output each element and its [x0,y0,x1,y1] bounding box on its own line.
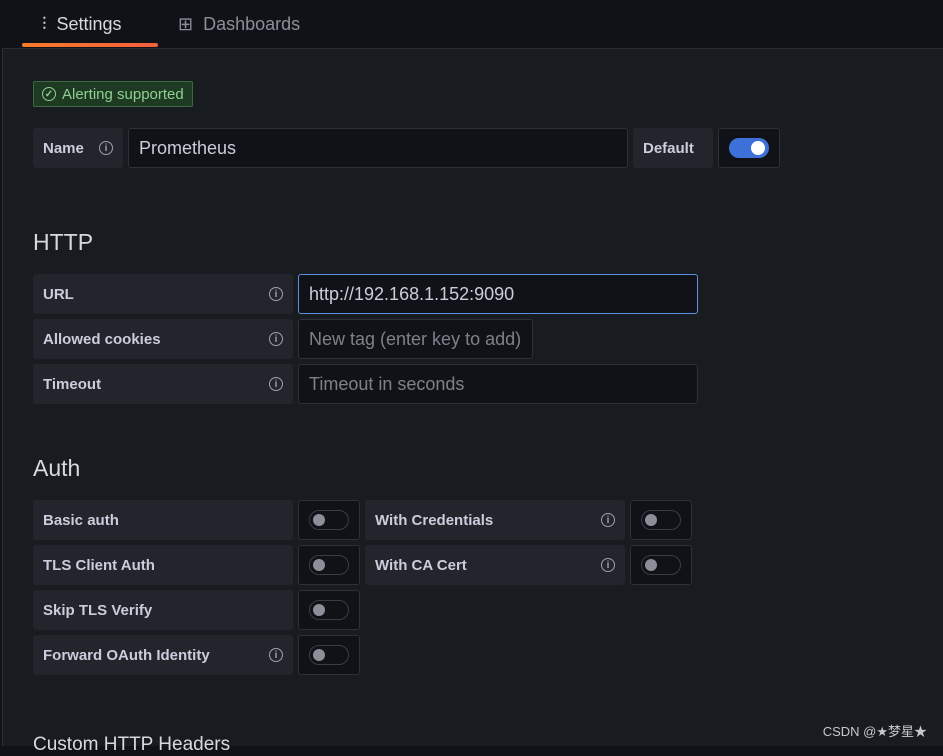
tls-client-auth-label: TLS Client Auth [33,545,293,585]
info-icon[interactable]: i [269,648,283,662]
skip-tls-verify-box [298,590,360,630]
info-icon[interactable]: i [99,141,113,155]
allowed-cookies-input[interactable]: New tag (enter key to add) [298,319,533,359]
default-label: Default [633,128,713,168]
timeout-input[interactable]: Timeout in seconds [298,364,698,404]
info-icon[interactable]: i [601,558,615,572]
sliders-icon: ⫶ [42,13,47,34]
with-credentials-box [630,500,692,540]
with-credentials-label: With Credentials i [365,500,625,540]
default-toggle[interactable] [729,138,769,158]
tls-client-auth-box [298,545,360,585]
name-input[interactable]: Prometheus [128,128,628,168]
grid-icon: ⊞ [178,13,194,34]
forward-oauth-box [298,635,360,675]
timeout-label: Timeout i [33,364,293,404]
url-label: URL i [33,274,293,314]
with-credentials-toggle[interactable] [641,510,681,530]
active-tab-indicator [22,43,158,47]
forward-oauth-label: Forward OAuth Identity i [33,635,293,675]
tab-bar: ⫶ Settings ⊞ Dashboards [0,0,943,48]
basic-auth-box [298,500,360,540]
default-toggle-box [718,128,780,168]
custom-headers-heading: Custom HTTP Headers [33,734,231,755]
tab-dashboards[interactable]: ⊞ Dashboards [178,0,300,48]
forward-oauth-toggle[interactable] [309,645,349,665]
basic-auth-label: Basic auth [33,500,293,540]
name-label: Name i [33,128,123,168]
check-circle-icon: ✓ [42,87,56,101]
url-input[interactable]: http://192.168.1.152:9090 [298,274,698,314]
tab-settings[interactable]: ⫶ Settings [42,0,122,48]
watermark: CSDN @★梦星★ [822,724,927,739]
basic-auth-toggle[interactable] [309,510,349,530]
tls-client-auth-toggle[interactable] [309,555,349,575]
with-ca-cert-label: With CA Cert i [365,545,625,585]
http-heading: HTTP [33,229,94,255]
alerting-badge: ✓ Alerting supported [33,81,193,107]
info-icon[interactable]: i [269,287,283,301]
with-ca-cert-toggle[interactable] [641,555,681,575]
with-ca-cert-box [630,545,692,585]
info-icon[interactable]: i [269,377,283,391]
info-icon[interactable]: i [601,513,615,527]
skip-tls-verify-label: Skip TLS Verify [33,590,293,630]
allowed-cookies-label: Allowed cookies i [33,319,293,359]
skip-tls-verify-toggle[interactable] [309,600,349,620]
auth-heading: Auth [33,455,81,481]
info-icon[interactable]: i [269,332,283,346]
